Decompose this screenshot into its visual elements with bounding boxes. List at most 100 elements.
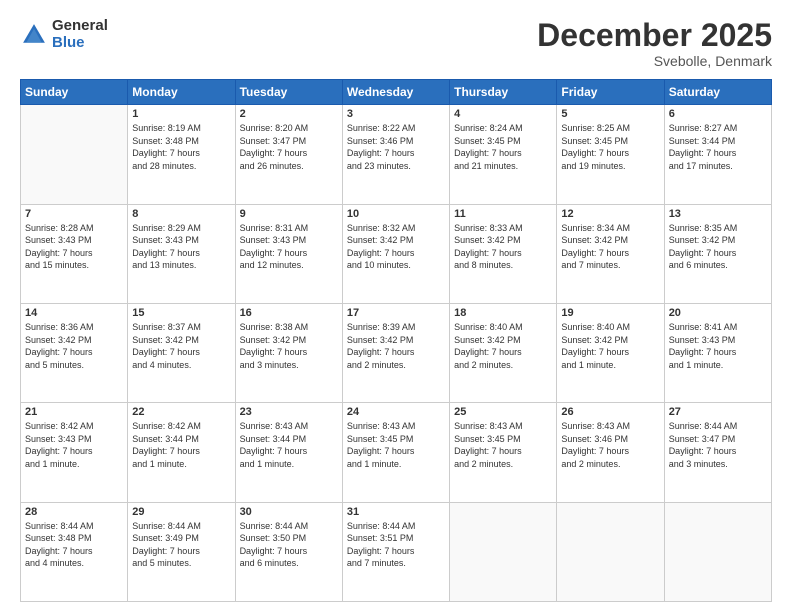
day-number: 6: [669, 108, 767, 120]
day-info: Sunrise: 8:38 AM Sunset: 3:42 PM Dayligh…: [240, 321, 338, 371]
day-number: 16: [240, 307, 338, 319]
day-cell-3-3: 24 Sunrise: 8:43 AM Sunset: 3:45 PM Dayli…: [342, 403, 449, 502]
day-cell-0-2: 2 Sunrise: 8:20 AM Sunset: 3:47 PM Daylig…: [235, 105, 342, 204]
day-number: 12: [561, 208, 659, 220]
day-number: 29: [132, 506, 230, 518]
day-info: Sunrise: 8:37 AM Sunset: 3:42 PM Dayligh…: [132, 321, 230, 371]
day-info: Sunrise: 8:29 AM Sunset: 3:43 PM Dayligh…: [132, 222, 230, 272]
day-number: 24: [347, 406, 445, 418]
day-info: Sunrise: 8:43 AM Sunset: 3:45 PM Dayligh…: [347, 420, 445, 470]
logo-text: General Blue: [52, 18, 108, 51]
day-info: Sunrise: 8:22 AM Sunset: 3:46 PM Dayligh…: [347, 122, 445, 172]
day-cell-3-6: 27 Sunrise: 8:44 AM Sunset: 3:47 PM Dayli…: [664, 403, 771, 502]
header: General Blue December 2025 Svebolle, Den…: [20, 18, 772, 69]
title-block: December 2025 Svebolle, Denmark: [537, 18, 772, 69]
day-cell-1-2: 9 Sunrise: 8:31 AM Sunset: 3:43 PM Daylig…: [235, 204, 342, 303]
day-info: Sunrise: 8:33 AM Sunset: 3:42 PM Dayligh…: [454, 222, 552, 272]
week-row-2: 14 Sunrise: 8:36 AM Sunset: 3:42 PM Dayli…: [21, 303, 772, 402]
day-cell-1-1: 8Sunrise: 8:29 AM Sunset: 3:43 PM Daylig…: [128, 204, 235, 303]
day-info: Sunrise: 8:43 AM Sunset: 3:45 PM Dayligh…: [454, 420, 552, 470]
day-number: 18: [454, 307, 552, 319]
day-info: Sunrise: 8:28 AM Sunset: 3:43 PM Dayligh…: [25, 222, 123, 272]
day-info: Sunrise: 8:40 AM Sunset: 3:42 PM Dayligh…: [561, 321, 659, 371]
day-cell-3-4: 25 Sunrise: 8:43 AM Sunset: 3:45 PM Dayli…: [450, 403, 557, 502]
day-number: 10: [347, 208, 445, 220]
day-info: Sunrise: 8:36 AM Sunset: 3:42 PM Dayligh…: [25, 321, 123, 371]
day-number: 21: [25, 406, 123, 418]
week-row-1: 7 Sunrise: 8:28 AM Sunset: 3:43 PM Daylig…: [21, 204, 772, 303]
weekday-header-row: Sunday Monday Tuesday Wednesday Thursday…: [21, 80, 772, 105]
day-info: Sunrise: 8:43 AM Sunset: 3:44 PM Dayligh…: [240, 420, 338, 470]
day-number: 14: [25, 307, 123, 319]
month-title: December 2025: [537, 18, 772, 53]
day-cell-2-0: 14 Sunrise: 8:36 AM Sunset: 3:42 PM Dayli…: [21, 303, 128, 402]
day-number: 28: [25, 506, 123, 518]
day-cell-0-1: 1 Sunrise: 8:19 AM Sunset: 3:48 PM Daylig…: [128, 105, 235, 204]
day-cell-4-4: [450, 502, 557, 601]
header-sunday: Sunday: [21, 80, 128, 105]
page: General Blue December 2025 Svebolle, Den…: [0, 0, 792, 612]
day-number: 15: [132, 307, 230, 319]
day-cell-4-2: 30Sunrise: 8:44 AM Sunset: 3:50 PM Dayli…: [235, 502, 342, 601]
day-info: Sunrise: 8:31 AM Sunset: 3:43 PM Dayligh…: [240, 222, 338, 272]
day-number: 1: [132, 108, 230, 120]
day-number: 23: [240, 406, 338, 418]
day-cell-4-6: [664, 502, 771, 601]
day-number: 17: [347, 307, 445, 319]
day-info: Sunrise: 8:44 AM Sunset: 3:47 PM Dayligh…: [669, 420, 767, 470]
header-monday: Monday: [128, 80, 235, 105]
day-cell-3-5: 26Sunrise: 8:43 AM Sunset: 3:46 PM Dayli…: [557, 403, 664, 502]
day-info: Sunrise: 8:27 AM Sunset: 3:44 PM Dayligh…: [669, 122, 767, 172]
day-cell-1-5: 12Sunrise: 8:34 AM Sunset: 3:42 PM Dayli…: [557, 204, 664, 303]
day-cell-3-2: 23 Sunrise: 8:43 AM Sunset: 3:44 PM Dayli…: [235, 403, 342, 502]
day-info: Sunrise: 8:44 AM Sunset: 3:51 PM Dayligh…: [347, 520, 445, 570]
day-info: Sunrise: 8:24 AM Sunset: 3:45 PM Dayligh…: [454, 122, 552, 172]
day-number: 13: [669, 208, 767, 220]
day-info: Sunrise: 8:20 AM Sunset: 3:47 PM Dayligh…: [240, 122, 338, 172]
day-number: 3: [347, 108, 445, 120]
day-cell-2-5: 19Sunrise: 8:40 AM Sunset: 3:42 PM Dayli…: [557, 303, 664, 402]
day-number: 7: [25, 208, 123, 220]
day-number: 25: [454, 406, 552, 418]
header-saturday: Saturday: [664, 80, 771, 105]
day-cell-1-6: 13Sunrise: 8:35 AM Sunset: 3:42 PM Dayli…: [664, 204, 771, 303]
day-info: Sunrise: 8:42 AM Sunset: 3:43 PM Dayligh…: [25, 420, 123, 470]
day-info: Sunrise: 8:44 AM Sunset: 3:48 PM Dayligh…: [25, 520, 123, 570]
week-row-0: 1 Sunrise: 8:19 AM Sunset: 3:48 PM Daylig…: [21, 105, 772, 204]
day-cell-3-1: 22 Sunrise: 8:42 AM Sunset: 3:44 PM Dayli…: [128, 403, 235, 502]
day-number: 30: [240, 506, 338, 518]
day-number: 31: [347, 506, 445, 518]
day-cell-1-4: 11 Sunrise: 8:33 AM Sunset: 3:42 PM Dayli…: [450, 204, 557, 303]
day-cell-0-0: [21, 105, 128, 204]
day-info: Sunrise: 8:40 AM Sunset: 3:42 PM Dayligh…: [454, 321, 552, 371]
logo-general-text: General: [52, 18, 108, 35]
location-subtitle: Svebolle, Denmark: [537, 53, 772, 69]
day-number: 11: [454, 208, 552, 220]
day-cell-0-5: 5 Sunrise: 8:25 AM Sunset: 3:45 PM Daylig…: [557, 105, 664, 204]
week-row-3: 21 Sunrise: 8:42 AM Sunset: 3:43 PM Dayli…: [21, 403, 772, 502]
day-number: 22: [132, 406, 230, 418]
day-cell-3-0: 21 Sunrise: 8:42 AM Sunset: 3:43 PM Dayli…: [21, 403, 128, 502]
day-info: Sunrise: 8:19 AM Sunset: 3:48 PM Dayligh…: [132, 122, 230, 172]
day-number: 27: [669, 406, 767, 418]
day-info: Sunrise: 8:25 AM Sunset: 3:45 PM Dayligh…: [561, 122, 659, 172]
header-tuesday: Tuesday: [235, 80, 342, 105]
day-cell-0-3: 3 Sunrise: 8:22 AM Sunset: 3:46 PM Daylig…: [342, 105, 449, 204]
day-cell-0-6: 6 Sunrise: 8:27 AM Sunset: 3:44 PM Daylig…: [664, 105, 771, 204]
day-cell-4-0: 28 Sunrise: 8:44 AM Sunset: 3:48 PM Dayli…: [21, 502, 128, 601]
day-info: Sunrise: 8:42 AM Sunset: 3:44 PM Dayligh…: [132, 420, 230, 470]
header-wednesday: Wednesday: [342, 80, 449, 105]
day-number: 9: [240, 208, 338, 220]
day-cell-1-0: 7 Sunrise: 8:28 AM Sunset: 3:43 PM Daylig…: [21, 204, 128, 303]
day-info: Sunrise: 8:32 AM Sunset: 3:42 PM Dayligh…: [347, 222, 445, 272]
week-row-4: 28 Sunrise: 8:44 AM Sunset: 3:48 PM Dayli…: [21, 502, 772, 601]
day-number: 2: [240, 108, 338, 120]
day-number: 5: [561, 108, 659, 120]
day-number: 20: [669, 307, 767, 319]
day-cell-2-3: 17 Sunrise: 8:39 AM Sunset: 3:42 PM Dayli…: [342, 303, 449, 402]
day-cell-2-6: 20Sunrise: 8:41 AM Sunset: 3:43 PM Dayli…: [664, 303, 771, 402]
logo-blue-text: Blue: [52, 35, 108, 52]
day-cell-4-5: [557, 502, 664, 601]
day-cell-0-4: 4Sunrise: 8:24 AM Sunset: 3:45 PM Daylig…: [450, 105, 557, 204]
day-info: Sunrise: 8:39 AM Sunset: 3:42 PM Dayligh…: [347, 321, 445, 371]
